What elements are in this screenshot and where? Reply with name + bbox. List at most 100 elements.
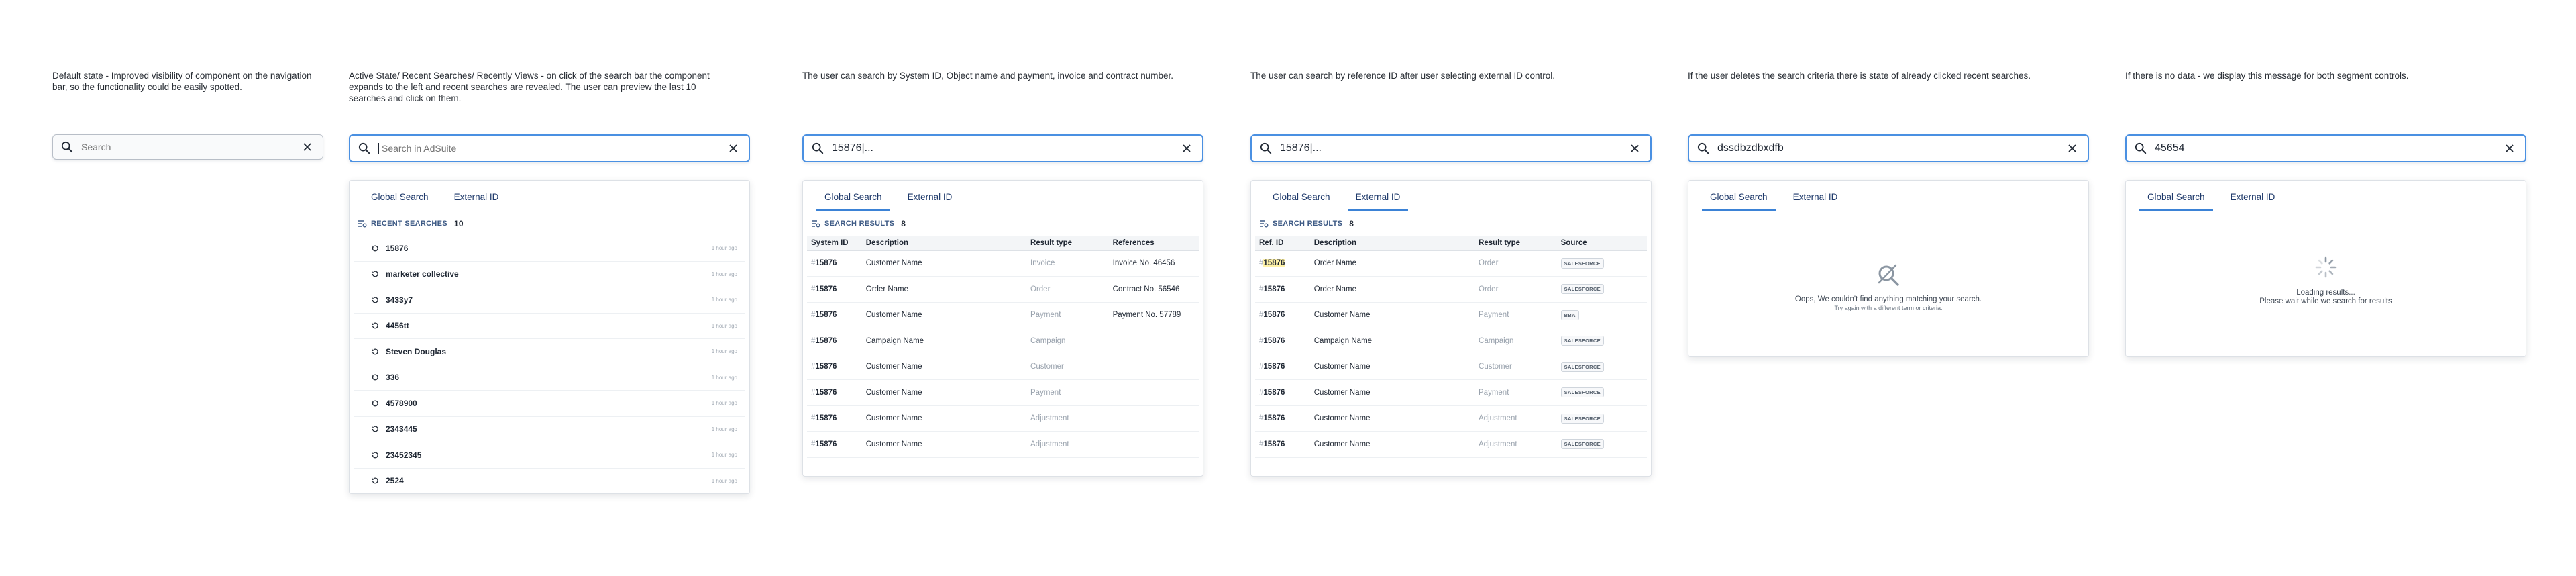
results-table: System ID Description Result type Refere… [807, 236, 1199, 458]
table-row[interactable]: #15876 Order Name Order SALESFORCE [1255, 276, 1647, 303]
result-type: Order [1474, 276, 1557, 303]
list-item[interactable]: 2524 1 hour ago [354, 469, 745, 494]
list-item[interactable]: 4578900 1 hour ago [354, 391, 745, 417]
result-description: Order Name [1309, 250, 1475, 277]
recent-search-text: 23452345 [386, 450, 422, 460]
search-results-header: SEARCH RESULTS 8 [1251, 211, 1651, 236]
column-header: References [1108, 236, 1199, 251]
table-row[interactable]: #15876 Customer Name Customer SALESFORCE [1255, 354, 1647, 380]
tab-external-id[interactable]: External ID [2222, 192, 2284, 211]
tab-global-search[interactable]: Global Search [1702, 192, 1776, 211]
description-text: Default state - Improved visibility of c… [52, 70, 312, 92]
search-bar[interactable]: 15876|... [802, 134, 1203, 162]
search-input[interactable]: 45654 [2155, 142, 2502, 154]
history-icon [371, 322, 379, 330]
search-bar[interactable] [52, 134, 323, 160]
search-bar[interactable] [349, 134, 750, 162]
result-id: 15876 [815, 363, 837, 371]
table-row[interactable]: #15876 Customer Name Payment BBA [1255, 302, 1647, 328]
table-row[interactable]: #15876 Customer Name Customer [807, 354, 1199, 380]
result-description: Customer Name [1309, 379, 1475, 406]
history-icon [371, 425, 379, 433]
column-header: Result type [1474, 236, 1557, 251]
table-row[interactable]: #15876 Order Name Order Contract No. 56546 [807, 276, 1199, 303]
list-item[interactable]: 2343445 1 hour ago [354, 417, 745, 442]
table-row[interactable]: #15876 Customer Name Payment [807, 379, 1199, 406]
table-row[interactable]: #15876 Customer Name Adjustment [807, 405, 1199, 432]
segment-tabs: Global Search External ID [2130, 181, 2522, 211]
list-item[interactable]: 15876 1 hour ago [354, 236, 745, 262]
segment-tabs: Global Search External ID [1693, 181, 2084, 211]
list-item[interactable]: Steven Douglas 1 hour ago [354, 339, 745, 365]
source-badge: SALESFORCE [1560, 284, 1604, 295]
list-item[interactable]: 336 1 hour ago [354, 365, 745, 391]
result-id: 15876 [1263, 259, 1285, 268]
search-input[interactable] [378, 143, 726, 154]
tab-global-search[interactable]: Global Search [2139, 192, 2213, 211]
search-bar[interactable]: 45654 [2125, 134, 2526, 162]
result-id: 15876 [1263, 285, 1285, 293]
result-description: Customer Name [1309, 405, 1475, 432]
table-row[interactable]: #15876 Customer Name Invoice Invoice No. 46… [807, 250, 1199, 277]
search-icon [357, 141, 372, 156]
tab-external-id[interactable]: External ID [900, 192, 961, 211]
recent-search-time: 1 hour ago [711, 348, 737, 355]
recent-search-time: 1 hour ago [711, 245, 737, 252]
table-row[interactable]: #15876 Campaign Name Campaign [807, 328, 1199, 354]
list-icon [1259, 220, 1269, 228]
result-type: Payment [1474, 379, 1557, 406]
recent-search-text: 2343445 [386, 424, 417, 434]
table-row[interactable]: #15876 Customer Name Adjustment [807, 431, 1199, 458]
list-item[interactable]: 3433y7 1 hour ago [354, 287, 745, 314]
section-count: 10 [453, 219, 464, 228]
result-reference [1108, 354, 1199, 380]
table-row[interactable]: #15876 Campaign Name Campaign SALESFORCE [1255, 328, 1647, 354]
tab-global-search[interactable]: Global Search [816, 192, 890, 211]
list-item[interactable]: 23452345 1 hour ago [354, 442, 745, 469]
list-item[interactable]: marketer collective 1 hour ago [354, 262, 745, 287]
tab-external-id[interactable]: External ID [446, 192, 507, 211]
result-type: Campaign [1474, 328, 1557, 354]
recent-searches-header: RECENT SEARCHES 10 [350, 211, 749, 236]
result-reference [1108, 379, 1199, 406]
search-input[interactable] [81, 142, 300, 152]
tab-external-id[interactable]: External ID [1347, 192, 1409, 211]
list-item[interactable]: 4456tt 1 hour ago [354, 314, 745, 339]
result-description: Order Name [1309, 276, 1475, 303]
result-description: Campaign Name [1309, 328, 1475, 354]
result-id: 15876 [815, 440, 837, 448]
tab-external-id[interactable]: External ID [1785, 192, 1846, 211]
search-input[interactable]: 15876|... [832, 142, 1179, 154]
search-icon [2133, 141, 2148, 156]
table-row[interactable]: #15876 Customer Name Adjustment SALESFORCE [1255, 431, 1647, 458]
result-description: Order Name [861, 276, 1027, 303]
column-header: Description [861, 236, 1027, 251]
close-icon[interactable] [2502, 141, 2517, 156]
table-row[interactable]: #15876 Customer Name Adjustment SALESFORCE [1255, 405, 1647, 432]
close-icon[interactable] [2065, 141, 2080, 156]
recent-search-time: 1 hour ago [711, 374, 737, 381]
search-bar[interactable]: dssdbzdbxdfb [1688, 134, 2089, 162]
result-id: 15876 [815, 336, 837, 345]
section-count: 8 [901, 219, 906, 228]
search-bar[interactable]: 15876|... [1250, 134, 1652, 162]
search-dropdown-panel: Global Search External ID SEARCH RESULTS… [802, 180, 1203, 477]
tab-global-search[interactable]: Global Search [363, 192, 437, 211]
close-icon[interactable] [300, 140, 315, 154]
close-icon[interactable] [726, 141, 741, 156]
description-text: The user can search by reference ID afte… [1250, 70, 1555, 81]
column-header: Source [1556, 236, 1647, 251]
search-icon [810, 141, 825, 156]
result-id: 15876 [815, 285, 837, 293]
close-icon[interactable] [1179, 141, 1194, 156]
table-row[interactable]: #15876 Order Name Order SALESFORCE [1255, 250, 1647, 277]
search-input[interactable]: 15876|... [1280, 142, 1627, 154]
history-icon [371, 477, 379, 485]
table-row[interactable]: #15876 Customer Name Payment Payment No. 57… [807, 302, 1199, 328]
table-row[interactable]: #15876 Customer Name Payment SALESFORCE [1255, 379, 1647, 406]
search-input[interactable]: dssdbzdbxdfb [1717, 142, 2065, 154]
recent-search-time: 1 hour ago [711, 477, 737, 484]
tab-global-search[interactable]: Global Search [1265, 192, 1338, 211]
result-reference [1108, 431, 1199, 458]
close-icon[interactable] [1627, 141, 1642, 156]
